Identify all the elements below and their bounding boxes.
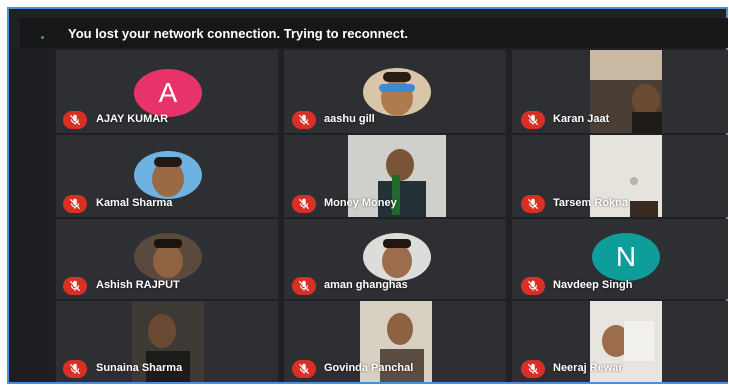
participant-photo xyxy=(363,68,431,116)
participant-photo xyxy=(363,233,431,281)
mic-off-icon xyxy=(63,195,87,213)
participant-tile[interactable] xyxy=(284,50,506,133)
participant-name: Neeraj Rewar xyxy=(553,362,623,374)
participant-name: Ashish RAJPUT xyxy=(96,279,180,291)
participant-name: aashu gill xyxy=(324,113,375,125)
mic-off-icon xyxy=(63,360,87,378)
participant-name: AJAY KUMAR xyxy=(96,113,169,125)
participant-name: Kamal Sharma xyxy=(96,197,173,209)
participant-photo xyxy=(134,151,202,199)
left-panel xyxy=(9,48,54,382)
participant-name: aman ghanghas xyxy=(324,279,408,291)
status-dot-icon xyxy=(41,36,44,39)
reconnect-message: You lost your network connection. Trying… xyxy=(68,25,408,41)
reconnect-banner: You lost your network connection. Trying… xyxy=(20,18,728,48)
mic-off-icon xyxy=(292,360,316,378)
avatar: A xyxy=(134,69,202,117)
mic-off-icon xyxy=(521,277,545,295)
avatar-letter: N xyxy=(615,241,637,272)
mic-off-icon xyxy=(521,195,545,213)
avatar: N xyxy=(592,233,660,281)
avatar-letter: A xyxy=(158,77,178,108)
mic-off-icon xyxy=(292,277,316,295)
mic-off-icon xyxy=(292,195,316,213)
participant-name: Tarsem Rokna xyxy=(553,197,628,209)
participant-name: Money Money xyxy=(324,197,397,209)
participant-photo xyxy=(134,233,202,281)
participant-name: Navdeep Singh xyxy=(553,279,633,291)
mic-off-icon xyxy=(521,360,545,378)
mic-off-icon xyxy=(63,111,87,129)
participant-name: Sunaina Sharma xyxy=(96,362,183,374)
mic-off-icon xyxy=(521,111,545,129)
mic-off-icon xyxy=(292,111,316,129)
participant-name: Karan Jaat xyxy=(553,113,610,125)
participant-name: Govinda Panchal xyxy=(324,362,414,374)
mic-off-icon xyxy=(63,277,87,295)
window-bottom-edge xyxy=(0,384,729,391)
